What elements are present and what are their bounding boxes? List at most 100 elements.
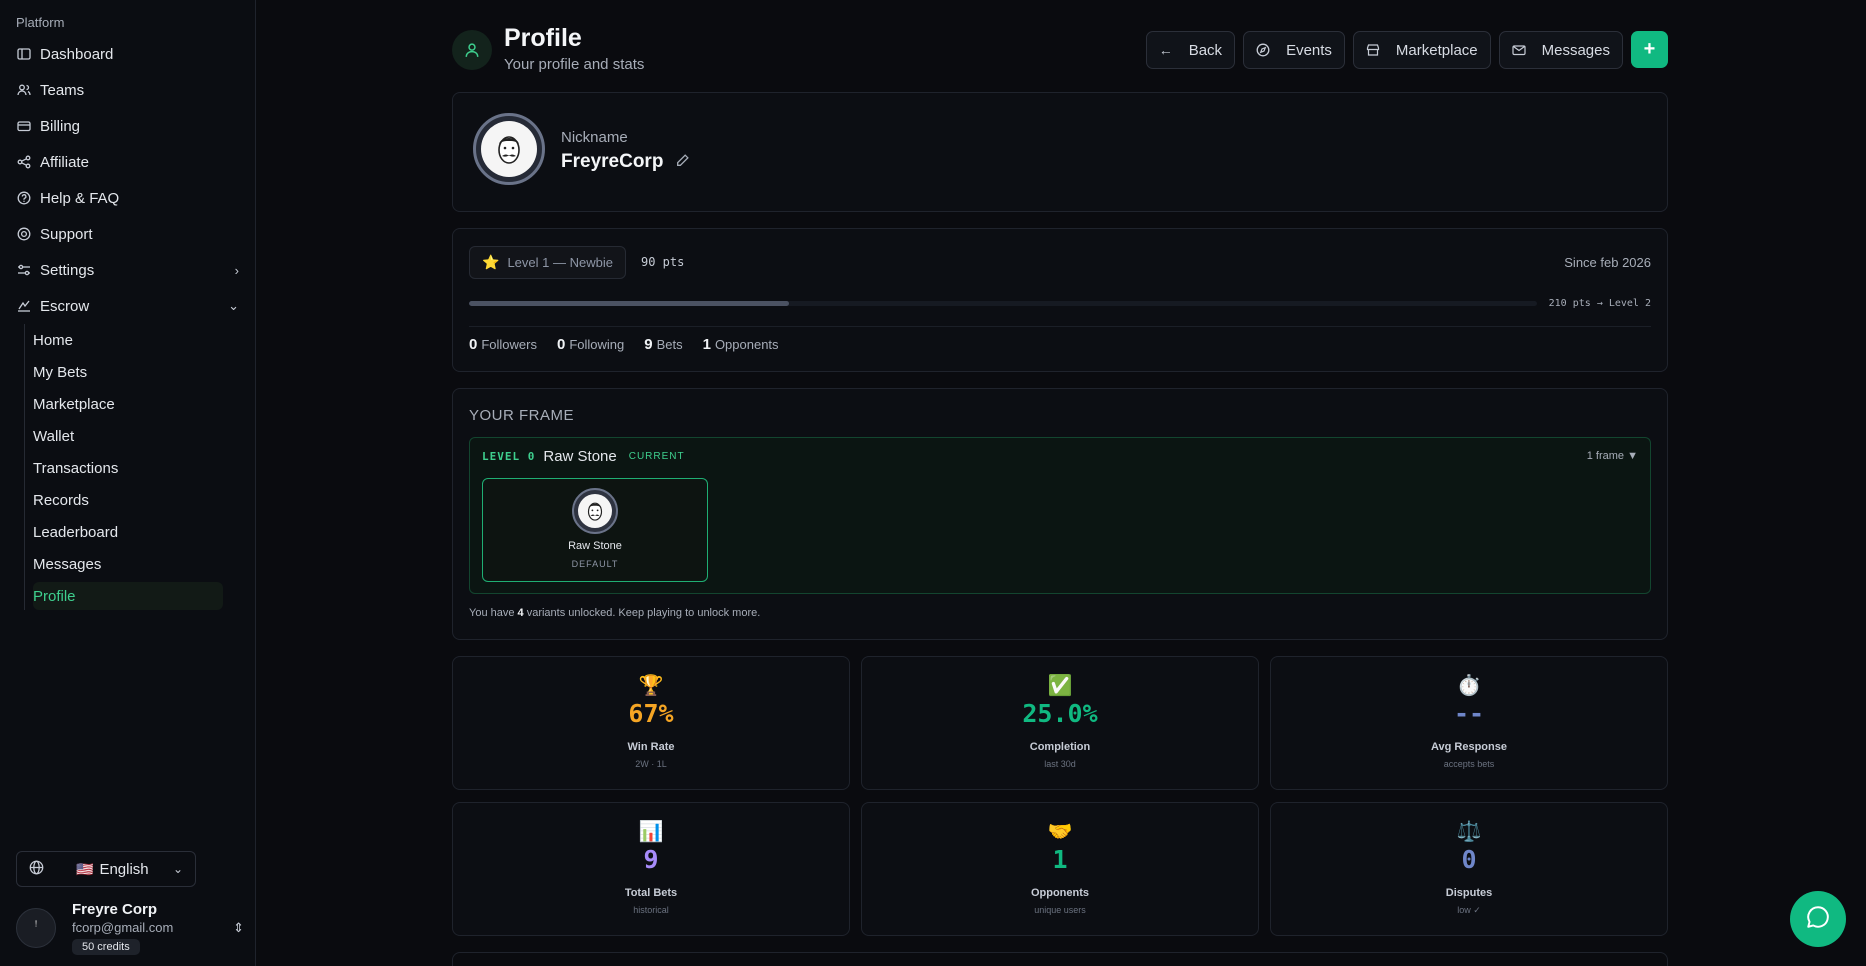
events-button[interactable]: Events [1243,31,1345,69]
following-stat[interactable]: 0 Following [557,336,624,353]
sidebar-item-support[interactable]: Support [0,216,255,252]
sidebar-item-help[interactable]: Help & FAQ [0,180,255,216]
profile-avatar[interactable] [473,113,545,185]
subitem-label: Leaderboard [33,523,119,541]
chevron-down-icon: ⌄ [172,862,183,876]
sidebar-subitem-wallet[interactable]: Wallet [33,420,255,452]
sidebar-subitem-home[interactable]: Home [33,324,255,356]
sidebar-section-label: Platform [16,15,65,30]
stat-sublabel: historical [633,905,669,915]
stat-label: Avg Response [1430,741,1507,753]
sidebar-subitem-messages[interactable]: Messages [33,548,255,580]
stat-sublabel: low ✓ [1457,905,1481,915]
edit-pencil-icon[interactable] [675,153,690,171]
nickname-value: FreyreCorp [561,151,664,172]
arrow-left-icon: ← [1158,42,1173,58]
frame-option-tile[interactable]: Raw Stone DEFAULT [482,478,708,582]
stat-label: Bets [656,337,683,352]
stat-label: Disputes [1445,887,1493,899]
bar-chart-icon: 📊 [638,821,664,843]
add-button[interactable]: + [1631,31,1668,68]
star-icon: ⭐ [482,254,500,270]
sidebar-item-billing[interactable]: Billing [0,108,255,144]
sidebar-subitem-marketplace[interactable]: Marketplace [33,388,255,420]
level-progress-fill [469,301,790,306]
nickname-label: Nickname [561,129,628,146]
marketplace-button[interactable]: Marketplace [1352,31,1491,69]
stat-sublabel: unique users [1034,905,1086,915]
sidebar-item-settings[interactable]: Settings › [0,252,255,288]
frame-section-title: YOUR FRAME [469,407,575,424]
sidebar-item-label: Escrow [40,297,90,315]
frame-level-name: Raw Stone [543,448,617,465]
chat-button[interactable] [1790,891,1846,947]
subitem-label: Wallet [33,427,75,445]
frame-level-tag: LEVEL 0 [482,450,536,463]
stat-card-avg-response: ⏱️ -- Avg Response accepts bets [1270,656,1668,790]
trophy-icon: 🏆 [638,675,664,697]
user-name: Freyre Corp [72,901,158,918]
back-button[interactable]: ← Back [1145,31,1236,69]
marketplace-label: Marketplace [1395,41,1478,59]
level-card: ⭐ Level 1 — Newbie 90 pts Since feb 2026… [452,228,1668,372]
social-stats: 0 Followers 0 Following 9 Bets 1 Opponents [469,336,779,353]
level-badge: ⭐ Level 1 — Newbie [469,246,626,279]
frame-count-toggle[interactable]: 1 frame ▼ [1587,450,1638,462]
sidebar-item-label: Billing [40,117,81,135]
sliders-icon [16,262,32,278]
chevron-right-icon: › [234,262,239,278]
header-actions: ← Back Events Marketplace Messages + [1145,31,1668,69]
users-icon [16,82,32,98]
user-menu[interactable]: ꜝ Freyre Corp fcorp@gmail.com 50 credits… [16,898,244,958]
sidebar-item-label: Affiliate [40,153,89,171]
sidebar-subitem-profile[interactable]: Profile [33,582,223,610]
stat-card-completion: ✅ 25.0% Completion last 30d [861,656,1259,790]
mustache-avatar-icon [578,494,612,528]
next-section-card [452,952,1668,966]
stat-sublabel: accepts bets [1443,759,1495,769]
subitem-label: Messages [33,555,102,573]
sidebar-item-dashboard[interactable]: Dashboard [0,36,255,72]
level-label: Level 1 — Newbie [507,255,613,270]
chevron-down-icon: ⌄ [228,298,239,313]
stat-value: 0 [556,336,566,353]
next-level-note: 210 pts → Level 2 [1548,298,1651,309]
frame-level-header: LEVEL 0 Raw Stone CURRENT [482,448,685,465]
sidebar-subitem-leaderboard[interactable]: Leaderboard [33,516,255,548]
sidebar-subitem-my-bets[interactable]: My Bets [33,356,255,388]
stat-value: -- [1453,699,1485,728]
language-select[interactable]: 🇺🇸 English ⌄ [16,851,196,887]
stat-card-win-rate: 🏆 67% Win Rate 2W · 1L [452,656,850,790]
member-since: Since feb 2026 [1564,255,1651,270]
followers-stat[interactable]: 0 Followers [469,336,537,353]
stat-value: 0 [1461,845,1477,874]
handshake-icon: 🤝 [1047,821,1073,843]
frame-preview-avatar [572,488,618,534]
divider [469,326,1651,327]
note-prefix: You have [469,607,518,619]
main: Profile Your profile and stats ← Back Eve… [256,0,1866,966]
stat-value: 9 [643,845,659,874]
stat-label: Followers [481,337,537,352]
sidebar: Platform Dashboard Teams Billing Affilia… [0,0,256,966]
stat-sublabel: last 30d [1044,759,1076,769]
user-info: Freyre Corp fcorp@gmail.com 50 credits [72,901,173,955]
bets-stat[interactable]: 9 Bets [644,336,682,353]
level-points: 90 pts [641,255,685,269]
plus-icon: + [1643,38,1656,60]
sidebar-item-escrow[interactable]: Escrow ⌄ [0,288,255,324]
sidebar-subitem-transactions[interactable]: Transactions [33,452,255,484]
sidebar-item-affiliate[interactable]: Affiliate [0,144,255,180]
page-title: Profile [504,24,582,52]
stat-card-disputes: ⚖️ 0 Disputes low ✓ [1270,802,1668,936]
stopwatch-icon: ⏱️ [1456,675,1482,697]
messages-button[interactable]: Messages [1498,31,1623,69]
escrow-submenu: Home My Bets Marketplace Wallet Transact… [24,324,255,610]
opponents-stat[interactable]: 1 Opponents [703,336,779,353]
scale-icon [16,298,32,314]
sidebar-item-teams[interactable]: Teams [0,72,255,108]
sidebar-item-label: Help & FAQ [40,189,120,207]
sidebar-subitem-records[interactable]: Records [33,484,255,516]
store-icon [1366,43,1380,57]
subitem-label: Profile [33,587,76,605]
